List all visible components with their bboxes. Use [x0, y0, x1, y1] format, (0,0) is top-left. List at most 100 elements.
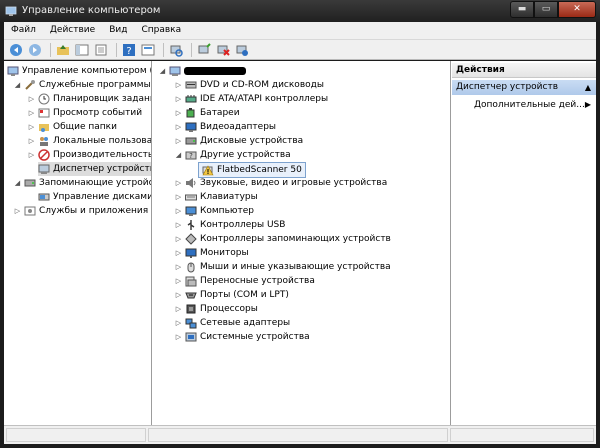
- device-category-monitors[interactable]: ▷ Мониторы: [174, 246, 249, 260]
- expand-arrow-icon[interactable]: ▷: [174, 137, 183, 146]
- device-manager-icon: [38, 163, 50, 175]
- device-category-ports[interactable]: ▷ Порты (COM и LPT): [174, 288, 289, 302]
- expand-arrow-icon[interactable]: ▷: [27, 109, 36, 118]
- expand-arrow-icon[interactable]: ▷: [174, 235, 183, 244]
- toolbar-separator: [116, 42, 117, 57]
- collapse-arrow-icon[interactable]: ◢: [13, 81, 22, 90]
- computer-management-app-icon: [5, 5, 17, 17]
- expand-arrow-icon[interactable]: ▷: [174, 263, 183, 272]
- scan-hardware-icon[interactable]: [168, 42, 184, 58]
- device-category-mice[interactable]: ▷ Мыши и иные указывающие устройства: [174, 260, 391, 274]
- expand-arrow-icon[interactable]: ▷: [174, 193, 183, 202]
- device-tree: ◢ ▷ DVD и CD-ROM дисководы ▷ IDE ATA/ATA…: [153, 61, 451, 425]
- disk-management-icon: [38, 191, 50, 203]
- expand-arrow-icon[interactable]: ▷: [174, 95, 183, 104]
- device-category-network[interactable]: ▷ Сетевые адаптеры: [174, 316, 290, 330]
- portable-device-icon: [185, 275, 197, 287]
- sound-icon: [185, 177, 197, 189]
- tree-item-task-scheduler[interactable]: ▷ Планировщик заданий: [27, 92, 151, 106]
- maximize-button[interactable]: ▭: [534, 1, 558, 18]
- disk-drive-icon: [185, 135, 197, 147]
- expand-arrow-icon[interactable]: ▷: [174, 221, 183, 230]
- device-category-batteries[interactable]: ▷ Батареи: [174, 106, 240, 120]
- more-actions-link[interactable]: Дополнительные дей...: [474, 100, 585, 110]
- device-category-keyboards[interactable]: ▷ Клавиатуры: [174, 190, 258, 204]
- device-category-display[interactable]: ▷ Видеоадаптеры: [174, 120, 276, 134]
- device-category-processors[interactable]: ▷ Процессоры: [174, 302, 258, 316]
- expand-arrow-icon[interactable]: ▷: [174, 291, 183, 300]
- update-driver-icon[interactable]: [196, 42, 212, 58]
- tree-item-shared-folders[interactable]: ▷ Общие папки: [27, 120, 117, 134]
- device-category-storage-controllers[interactable]: ▷ Контроллеры запоминающих устройств: [174, 232, 391, 246]
- menu-file[interactable]: Файл: [4, 22, 43, 39]
- expand-arrow-icon[interactable]: ▷: [174, 81, 183, 90]
- expand-arrow-icon[interactable]: ▷: [27, 137, 36, 146]
- tree-item-event-viewer[interactable]: ▷ Просмотр событий: [27, 106, 142, 120]
- show-hide-tree-icon[interactable]: [74, 42, 90, 58]
- expand-arrow-icon[interactable]: ▷: [27, 95, 36, 104]
- collapse-arrow-icon[interactable]: ◢: [158, 67, 167, 76]
- expand-arrow-icon[interactable]: ▷: [27, 123, 36, 132]
- tools-icon: [24, 79, 36, 91]
- tree-item-services-apps[interactable]: ▷ Службы и приложения: [13, 204, 148, 218]
- device-category-usb[interactable]: ▷ Контроллеры USB: [174, 218, 285, 232]
- collapse-up-icon[interactable]: ▲: [585, 80, 591, 95]
- window: Управление компьютером ▬ ▭ ✕ Файл Действ…: [0, 0, 600, 448]
- uninstall-device-icon[interactable]: [234, 42, 250, 58]
- toolbar: ?: [4, 40, 596, 60]
- other-devices-icon: ?: [185, 149, 197, 161]
- actions-section-device-manager[interactable]: Диспетчер устройств ▲: [452, 80, 596, 95]
- expand-arrow-icon[interactable]: ▷: [174, 277, 183, 286]
- expand-arrow-icon[interactable]: ▷: [174, 179, 183, 188]
- back-icon[interactable]: [8, 42, 24, 58]
- status-cell: [6, 428, 146, 442]
- help-icon[interactable]: ?: [121, 42, 137, 58]
- device-category-other[interactable]: ◢ ? Другие устройства: [174, 148, 291, 162]
- main-content: Управление компьютером (л ◢ Служебные пр…: [4, 61, 596, 425]
- menu-help[interactable]: Справка: [134, 22, 188, 39]
- keyboard-icon: [185, 191, 197, 203]
- expand-arrow-icon[interactable]: ▷: [174, 305, 183, 314]
- export-list-icon[interactable]: [93, 42, 109, 58]
- tree-item-storage[interactable]: ◢ Запоминающие устройств: [13, 176, 151, 190]
- menu-action[interactable]: Действие: [43, 22, 102, 39]
- device-category-system[interactable]: ▷ Системные устройства: [174, 330, 310, 344]
- expand-arrow-icon[interactable]: ▷: [174, 249, 183, 258]
- tree-item-device-manager[interactable]: Диспетчер устройств: [38, 162, 151, 176]
- expand-arrow-icon[interactable]: ▷: [174, 207, 183, 216]
- expand-arrow-icon[interactable]: ▷: [27, 151, 36, 160]
- expand-arrow-icon[interactable]: ▷: [174, 319, 183, 328]
- expand-arrow-icon[interactable]: ▷: [174, 109, 183, 118]
- submenu-arrow-icon[interactable]: ▶: [585, 100, 591, 109]
- expand-arrow-icon[interactable]: ▷: [13, 207, 22, 216]
- window-title: Управление компьютером: [22, 5, 161, 16]
- minimize-button[interactable]: ▬: [510, 1, 534, 18]
- disable-device-icon[interactable]: [215, 42, 231, 58]
- device-category-dvd[interactable]: ▷ DVD и CD-ROM дисководы: [174, 78, 324, 92]
- port-icon: [185, 289, 197, 301]
- device-category-ide[interactable]: ▷ IDE ATA/ATAPI контроллеры: [174, 92, 328, 106]
- device-category-computer[interactable]: ▷ Компьютер: [174, 204, 254, 218]
- device-category-sound[interactable]: ▷ Звуковые, видео и игровые устройства: [174, 176, 387, 190]
- device-category-portable[interactable]: ▷ Переносные устройства: [174, 274, 315, 288]
- properties-icon[interactable]: [140, 42, 156, 58]
- collapse-arrow-icon[interactable]: ◢: [174, 151, 183, 160]
- expand-arrow-icon[interactable]: ▷: [174, 333, 183, 342]
- status-cell: [450, 428, 594, 442]
- event-viewer-icon: [38, 107, 50, 119]
- up-folder-icon[interactable]: [55, 42, 71, 58]
- expand-arrow-icon[interactable]: ▷: [174, 123, 183, 132]
- tree-item-computer-management[interactable]: Управление компьютером (л: [7, 64, 151, 78]
- performance-icon: [38, 149, 50, 161]
- forward-icon[interactable]: [27, 42, 43, 58]
- tree-item-disk-management[interactable]: Управление дисками: [38, 190, 151, 204]
- tree-item-system-tools[interactable]: ◢ Служебные программы: [13, 78, 151, 92]
- collapse-arrow-icon[interactable]: ◢: [13, 179, 22, 188]
- device-tree-root[interactable]: ◢: [158, 64, 246, 78]
- menu-view[interactable]: Вид: [102, 22, 134, 39]
- tree-item-local-users[interactable]: ▷ Локальные пользовате: [27, 134, 151, 148]
- title-bar[interactable]: Управление компьютером ▬ ▭ ✕: [0, 0, 600, 22]
- close-button[interactable]: ✕: [558, 1, 596, 18]
- device-category-disk-drives[interactable]: ▷ Дисковые устройства: [174, 134, 303, 148]
- tree-item-performance[interactable]: ▷ Производительность: [27, 148, 151, 162]
